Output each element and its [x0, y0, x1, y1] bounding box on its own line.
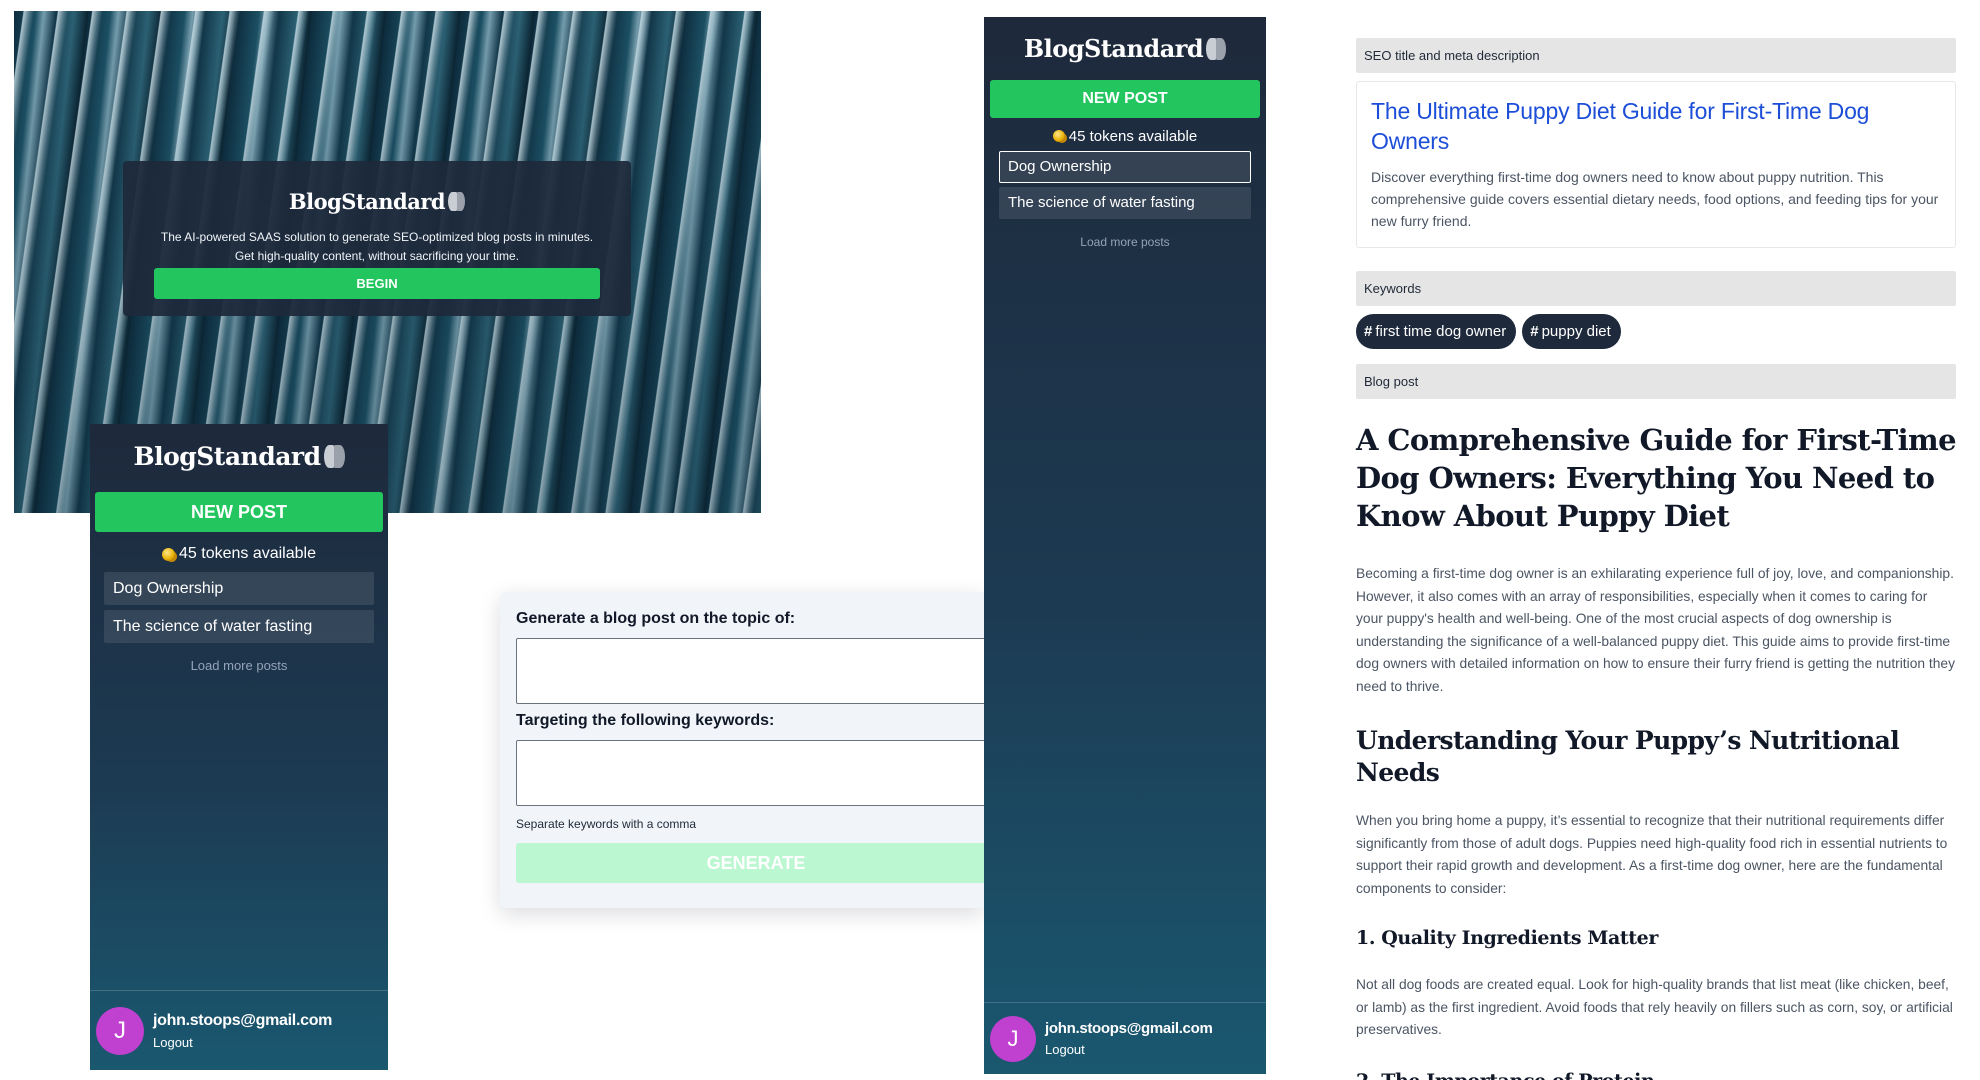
topic-label: Generate a blog post on the topic of:: [516, 610, 796, 627]
post-list-item[interactable]: Dog Ownership: [104, 572, 374, 605]
blog-paragraph: Becoming a first-time dog owner is an ex…: [1356, 566, 1955, 694]
post-list: Dog Ownership The science of water fasti…: [90, 566, 388, 643]
keyword-list: # first time dog owner # puppy diet: [1356, 314, 1956, 350]
tokens-available[interactable]: 45 tokens available: [984, 125, 1266, 147]
avatar: J: [990, 1015, 1036, 1062]
seo-card: The Ultimate Puppy Diet Guide for First-…: [1356, 81, 1956, 248]
topic-input[interactable]: [516, 638, 984, 704]
seo-title: The Ultimate Puppy Diet Guide for First-…: [1371, 98, 1870, 154]
generate-post-form: Generate a blog post on the topic of: Ta…: [500, 592, 984, 908]
post-list: Dog Ownership The science of water fasti…: [984, 147, 1266, 219]
sidebar-logo[interactable]: BlogStandard: [984, 17, 1266, 80]
post-view: SEO title and meta description The Ultim…: [1356, 38, 1957, 1080]
new-post-button[interactable]: NEW POST: [990, 80, 1260, 118]
blog-content: A Comprehensive Guide for First-Time Dog…: [1356, 421, 1957, 1080]
sidebar-logo[interactable]: BlogStandard: [90, 424, 388, 492]
hash-icon: #: [1364, 323, 1373, 340]
blog-paragraph: Not all dog foods are created equal. Loo…: [1356, 977, 1953, 1037]
logout-link[interactable]: Logout: [153, 1035, 332, 1050]
keywords-hint: Separate keywords with a comma: [516, 817, 697, 831]
blog-section-header: Blog post: [1356, 364, 1956, 399]
keywords-label: Targeting the following keywords:: [516, 712, 775, 729]
tokens-text: 45 tokens available: [1068, 127, 1198, 145]
post-list-item-active[interactable]: Dog Ownership: [999, 151, 1251, 183]
landing-description: The AI-powered SAAS solution to generate…: [160, 230, 594, 263]
load-more-posts-link[interactable]: Load more posts: [984, 235, 1266, 249]
tokens-text: 45 tokens available: [179, 545, 316, 562]
load-more-posts-link[interactable]: Load more posts: [90, 658, 388, 673]
generate-button[interactable]: GENERATE: [516, 843, 984, 883]
brand-name: BlogStandard: [133, 442, 321, 471]
keywords-input[interactable]: [516, 740, 984, 806]
blog-subheading: 1. Quality Ingredients Matter: [1356, 927, 1658, 949]
sidebar-top: BlogStandard NEW POST 45 tokens availabl…: [90, 424, 388, 990]
keyword-chip: # puppy diet: [1522, 314, 1621, 349]
coins-icon: [162, 547, 175, 561]
keywords-section-header: Keywords: [1356, 271, 1956, 306]
user-footer: J john.stoops@gmail.com Logout: [90, 990, 388, 1070]
brain-icon: [1206, 37, 1227, 60]
hash-icon: #: [1530, 323, 1539, 340]
logout-link[interactable]: Logout: [1045, 1042, 1213, 1057]
keyword-chip: # first time dog owner: [1356, 314, 1517, 349]
brand-name: BlogStandard: [288, 189, 446, 214]
user-email: john.stoops@gmail.com: [1045, 1020, 1213, 1037]
brand-logo: BlogStandard: [288, 189, 466, 214]
brain-icon: [448, 192, 466, 211]
seo-section-header: SEO title and meta description: [1356, 38, 1956, 73]
user-email: john.stoops@gmail.com: [153, 1011, 333, 1029]
avatar: J: [96, 1006, 144, 1055]
sidebar-top: BlogStandard NEW POST 45 tokens availabl…: [984, 17, 1266, 1002]
tokens-available[interactable]: 45 tokens available: [90, 542, 388, 566]
blog-title: A Comprehensive Guide for First-Time Dog…: [1356, 423, 1957, 533]
blog-subheading: 2. The Importance of Protein: [1356, 1068, 1956, 1080]
post-list-item[interactable]: The science of water fasting: [104, 610, 374, 643]
landing-card: BlogStandard The AI-powered SAAS solutio…: [123, 161, 631, 316]
seo-description: Discover everything first-time dog owner…: [1371, 169, 1939, 229]
sidebar: BlogStandard NEW POST 45 tokens availabl…: [984, 17, 1266, 1074]
sidebar: BlogStandard NEW POST 45 tokens availabl…: [90, 424, 388, 1070]
brand-name: BlogStandard: [1023, 34, 1204, 63]
brain-icon: [323, 445, 345, 468]
post-list-item[interactable]: The science of water fasting: [999, 187, 1251, 219]
user-footer: J john.stoops@gmail.com Logout: [984, 1002, 1266, 1074]
coins-icon: [1052, 130, 1065, 142]
new-post-button[interactable]: NEW POST: [95, 492, 383, 532]
blog-heading: Understanding Your Puppy’s Nutritional N…: [1356, 726, 1900, 787]
begin-button[interactable]: BEGIN: [154, 268, 600, 299]
blog-paragraph: When you bring home a puppy, it’s essent…: [1356, 813, 1948, 896]
